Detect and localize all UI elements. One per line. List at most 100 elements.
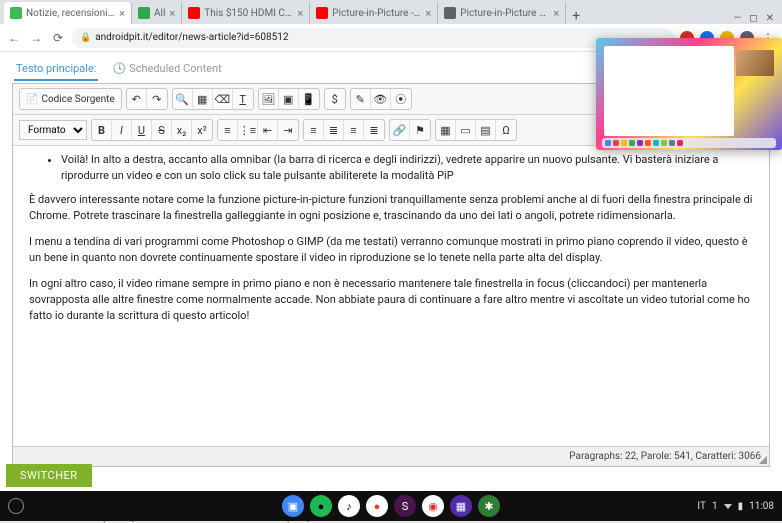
status-text: Paragraphs: 22, Parole: 541, Caratteri: … <box>569 451 761 462</box>
indent-button[interactable]: ⇥ <box>278 120 298 140</box>
content-paragraph: In ogni altro caso, il video rimane semp… <box>29 276 753 324</box>
justify-button[interactable]: ≣ <box>364 120 384 140</box>
tab-title: Picture-in-Picture Extension (by <box>460 8 549 19</box>
pip-video-thumb <box>736 50 774 76</box>
window-controls: — ◻ ✕ <box>733 13 782 24</box>
strike-button[interactable]: S <box>152 120 172 140</box>
taskbar-tray: IT 1 ▮ 11:08 <box>697 501 774 512</box>
battery-icon[interactable]: ▮ <box>738 501 744 512</box>
italic-button[interactable]: I <box>112 120 132 140</box>
numbered-list-button[interactable]: ≡ <box>218 120 238 140</box>
taskbar-apps: ▣ ● ♪ ● S ◉ ▦ ✱ <box>282 495 500 517</box>
back-button[interactable]: ← <box>6 30 22 46</box>
select-all-button[interactable]: ▦ <box>193 89 213 109</box>
outdent-button[interactable]: ⇤ <box>258 120 278 140</box>
switcher-button[interactable]: SWITCHER <box>6 464 92 487</box>
taskbar-app[interactable]: ● <box>366 495 388 517</box>
tab-main-text[interactable]: Testo principale: <box>14 58 98 81</box>
clear-button[interactable]: T <box>233 89 253 109</box>
tab-scheduled[interactable]: 🕓Scheduled Content <box>110 58 223 81</box>
table-button[interactable]: ▦ <box>436 120 456 140</box>
align-right-button[interactable]: ≡ <box>344 120 364 140</box>
tab-title: Picture-in-Picture - YouTube <box>332 8 421 19</box>
url-input[interactable]: 🔒 androidpit.it/editor/news-article?id=6… <box>72 28 674 48</box>
align-center-button[interactable]: ≣ <box>324 120 344 140</box>
editor-content[interactable]: Voilà! In alto a destra, accanto alla om… <box>13 146 769 446</box>
reload-button[interactable]: ⟳ <box>50 30 66 46</box>
taskbar-app[interactable]: S <box>394 495 416 517</box>
remove-format-button[interactable]: ⌫ <box>213 89 233 109</box>
clock-icon: 🕓 <box>112 62 126 75</box>
browser-tab[interactable]: Picture-in-Picture Extension (by × <box>438 2 566 24</box>
language-indicator[interactable]: IT <box>697 501 706 512</box>
taskbar-app[interactable]: ● <box>310 495 332 517</box>
pip-dock <box>602 138 776 148</box>
favicon-icon <box>138 7 150 19</box>
bold-button[interactable]: B <box>92 120 112 140</box>
device-button[interactable]: 📱 <box>299 89 319 109</box>
taskbar-app[interactable]: ▦ <box>450 495 472 517</box>
subscript-button[interactable]: x₂ <box>172 120 192 140</box>
taskbar-app[interactable]: ♪ <box>338 495 360 517</box>
minimize-icon[interactable]: — <box>733 13 741 24</box>
new-tab-button[interactable]: + <box>566 8 586 24</box>
bullet-list-button[interactable]: ⋮≡ <box>238 120 258 140</box>
editor-status-bar: Paragraphs: 22, Parole: 541, Caratteri: … <box>13 446 769 466</box>
source-button[interactable]: 📄Codice Sorgente <box>20 89 121 109</box>
doc-icon: 📄 <box>26 94 38 105</box>
browser-tab[interactable]: This $150 HDMI Cable Boosts Im × <box>182 2 310 24</box>
close-window-icon[interactable]: ✕ <box>766 13 774 24</box>
wifi-icon[interactable] <box>724 504 732 509</box>
launcher-icon[interactable] <box>8 498 24 514</box>
brush-button[interactable]: ✎ <box>351 89 371 109</box>
hr-button[interactable]: ▭ <box>456 120 476 140</box>
superscript-button[interactable]: x² <box>192 120 212 140</box>
favicon-icon <box>10 7 22 19</box>
format-select[interactable]: Formato <box>19 120 87 140</box>
tab-title: Notizie, recensioni, trucchi, app <box>26 8 115 19</box>
forward-button[interactable]: → <box>28 30 44 46</box>
clock[interactable]: 11:08 <box>749 501 774 512</box>
close-icon[interactable]: × <box>169 7 175 20</box>
browser-tab[interactable]: Notizie, recensioni, trucchi, app × <box>4 2 132 24</box>
resize-grip-icon[interactable] <box>759 456 767 464</box>
taskbar-app[interactable]: ▣ <box>282 495 304 517</box>
special-char-button[interactable]: ▤ <box>476 120 496 140</box>
close-icon[interactable]: × <box>297 7 303 20</box>
network-indicator[interactable]: 1 <box>712 501 718 512</box>
maximize-icon[interactable]: ◻ <box>749 13 757 24</box>
image-button[interactable]: 🖼 <box>259 89 279 109</box>
browser-tab-strip: Notizie, recensioni, trucchi, app × All … <box>0 0 782 24</box>
taskbar: ▣ ● ♪ ● S ◉ ▦ ✱ IT 1 ▮ 11:08 <box>0 491 782 521</box>
redo-button[interactable]: ↷ <box>147 89 167 109</box>
favicon-icon <box>316 7 328 19</box>
underline-button[interactable]: U <box>132 120 152 140</box>
close-icon[interactable]: × <box>425 7 431 20</box>
favicon-icon <box>444 7 456 19</box>
eye-button[interactable]: 👁 <box>371 89 391 109</box>
video-button[interactable]: ▣ <box>279 89 299 109</box>
browser-tab[interactable]: Picture-in-Picture - YouTube × <box>310 2 438 24</box>
dollar-button[interactable]: $ <box>325 89 345 109</box>
tab-title: All <box>154 8 165 19</box>
link-button[interactable]: 🔗 <box>390 120 410 140</box>
content-bullet: Voilà! In alto a destra, accanto alla om… <box>61 152 753 184</box>
code-button[interactable]: ⦿ <box>391 89 411 109</box>
find-button[interactable]: 🔍 <box>173 89 193 109</box>
close-icon[interactable]: × <box>553 7 559 20</box>
pip-browser-window <box>604 46 734 136</box>
content-paragraph: È davvero interessante notare come la fu… <box>29 192 753 224</box>
taskbar-app[interactable]: ✱ <box>478 495 500 517</box>
lock-icon: 🔒 <box>80 33 91 43</box>
undo-button[interactable]: ↶ <box>127 89 147 109</box>
content-paragraph: I menu a tendina di vari programmi come … <box>29 234 753 266</box>
url-text: androidpit.it/editor/news-article?id=608… <box>95 32 288 43</box>
pip-preview-window[interactable] <box>596 38 782 150</box>
omega-button[interactable]: Ω <box>496 120 516 140</box>
browser-tab[interactable]: All × <box>132 2 182 24</box>
taskbar-app[interactable]: ◉ <box>422 495 444 517</box>
tab-title: This $150 HDMI Cable Boosts Im <box>204 8 293 19</box>
close-icon[interactable]: × <box>119 7 125 20</box>
unlink-button[interactable]: ⚑ <box>410 120 430 140</box>
align-left-button[interactable]: ≡ <box>304 120 324 140</box>
